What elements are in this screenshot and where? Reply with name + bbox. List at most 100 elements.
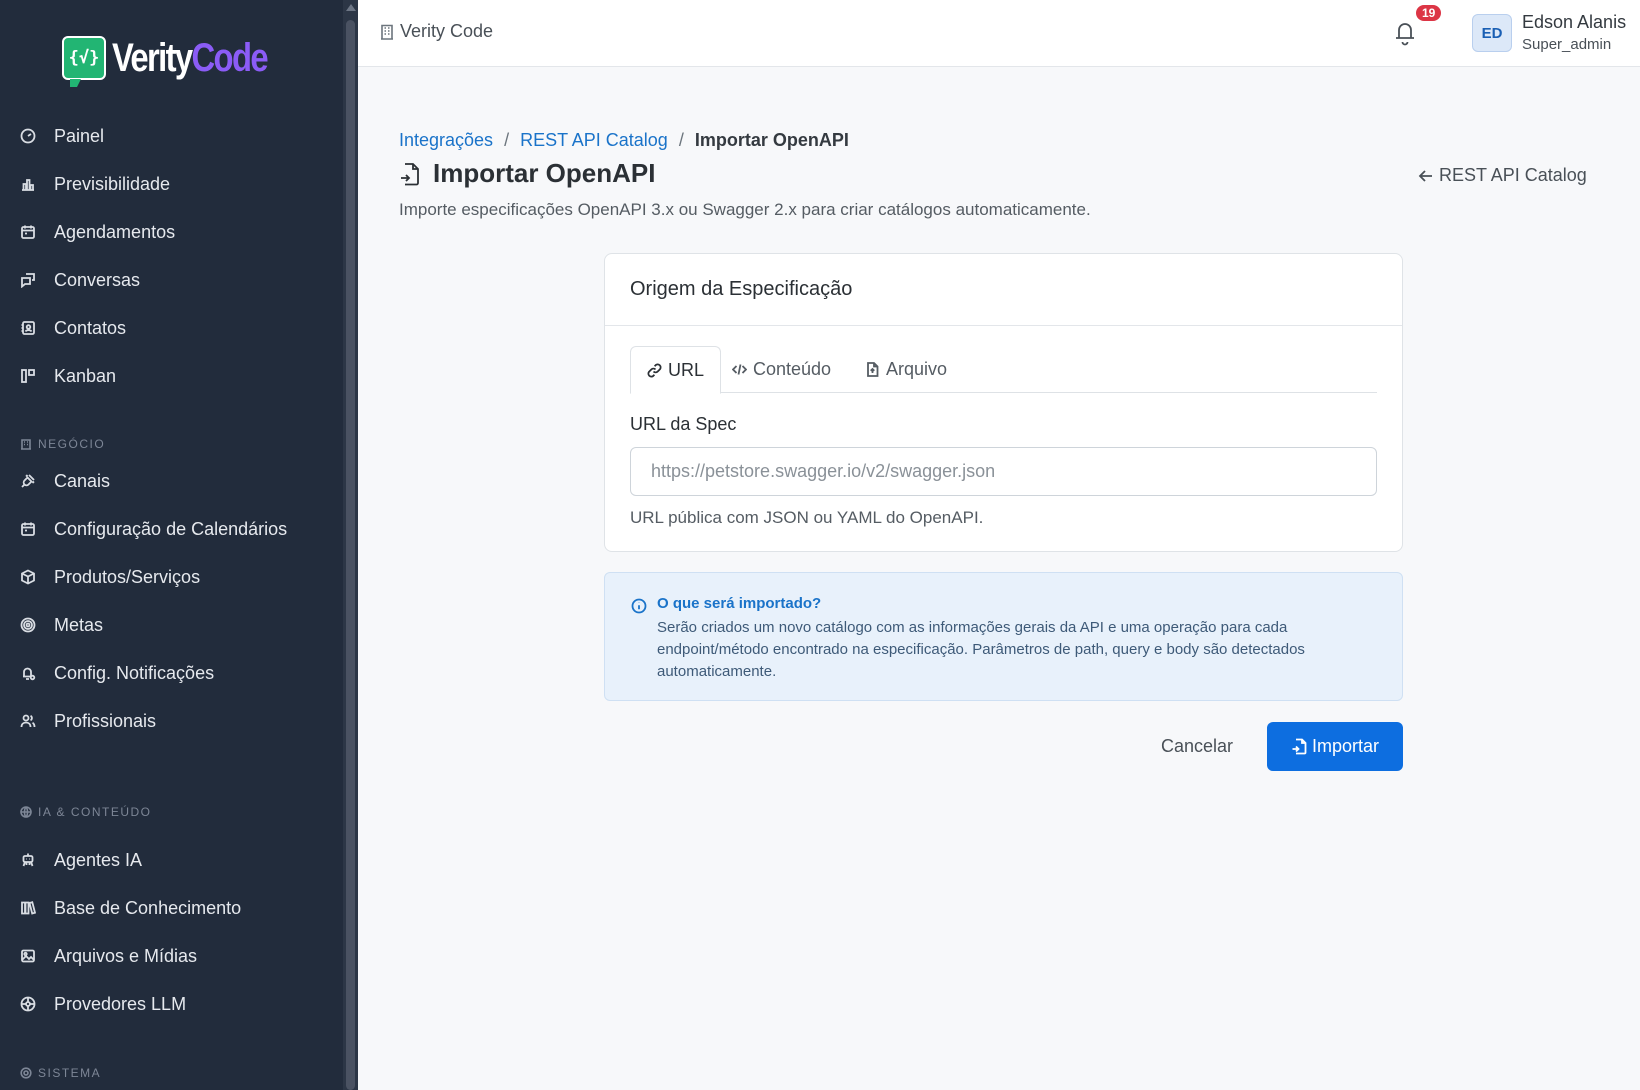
page-title-text: Importar OpenAPI <box>433 158 656 188</box>
breadcrumb-separator: / <box>678 130 684 150</box>
breadcrumb: Integrações / REST API Catalog / Importa… <box>399 130 849 151</box>
calendar-icon <box>20 224 36 240</box>
back-link-label: REST API Catalog <box>1439 165 1587 185</box>
import-info-alert: O que será importado? Serão criados um n… <box>604 572 1403 701</box>
spec-url-input[interactable] <box>630 447 1377 496</box>
sidebar-item-conversas[interactable]: Conversas <box>0 260 343 300</box>
link-icon <box>647 363 662 377</box>
sidebar-item-label: Produtos/Serviços <box>54 566 201 587</box>
info-body: Serão criados um novo catálogo com as in… <box>657 619 1305 680</box>
back-to-catalog-link[interactable]: REST API Catalog <box>1418 165 1587 186</box>
building-icon <box>381 24 393 40</box>
logo-mark: {√} <box>62 36 106 87</box>
breadcrumb-link-rest-api-catalog[interactable]: REST API Catalog <box>520 130 668 151</box>
spec-url-label: URL da Spec <box>630 414 737 434</box>
tab-conteudo[interactable]: Conteúdo <box>732 346 831 393</box>
org-switcher[interactable]: Verity Code <box>380 21 493 42</box>
user-name[interactable]: Edson Alanis <box>1522 12 1626 33</box>
sidebar-item-label: Metas <box>54 614 104 635</box>
bell-gear-icon <box>20 665 36 681</box>
sidebar-item-canais[interactable]: Canais <box>0 461 343 501</box>
sidebar-item-label: Configuração de Calendários <box>54 518 288 539</box>
breadcrumb-separator: / <box>504 130 510 150</box>
sidebar-item-contatos[interactable]: Contatos <box>0 308 343 348</box>
info-title: O que será importado? <box>657 595 822 612</box>
sidebar-item-profissionais[interactable]: Profissionais <box>0 701 343 741</box>
sidebar-item-label: Profissionais <box>54 710 157 731</box>
logo-wordmark: VerityCode <box>112 35 269 81</box>
sidebar: {√} VerityCode Painel Previsibilidade Ag… <box>0 0 358 1090</box>
sidebar-item-label: Previsibilidade <box>54 173 171 194</box>
sidebar-item-previsibilidade[interactable]: Previsibilidade <box>0 164 343 204</box>
sidebar-item-config-notificacoes[interactable]: Config. Notificações <box>0 653 343 693</box>
network-icon <box>20 996 36 1012</box>
sidebar-item-metas[interactable]: Metas <box>0 605 343 645</box>
kanban-icon <box>20 368 36 384</box>
scrollbar-thumb[interactable] <box>346 20 355 1090</box>
sidebar-item-label: Conversas <box>54 269 141 290</box>
import-button[interactable]: Importar <box>1267 722 1403 771</box>
user-role: Super_admin <box>1522 36 1612 53</box>
sidebar-item-label: Agendamentos <box>54 221 176 242</box>
logo-word-code: Code <box>191 35 269 80</box>
users-icon <box>20 713 36 729</box>
notification-count-badge: 19 <box>1416 5 1442 21</box>
arrow-left-icon <box>1418 169 1432 182</box>
page-subtitle: Importe especificações OpenAPI 3.x ou Sw… <box>399 200 1091 219</box>
sidebar-item-label: Provedores LLM <box>54 993 187 1014</box>
logo[interactable]: {√} VerityCode <box>62 34 301 87</box>
plug-icon <box>20 473 36 489</box>
section-label-sistema: SISTEMA <box>20 1066 101 1080</box>
card-header: Origem da Especificação <box>605 254 1402 326</box>
sidebar-item-base-conhecimento[interactable]: Base de Conhecimento <box>0 888 343 928</box>
robot-icon <box>20 852 36 868</box>
sidebar-scrollbar[interactable] <box>343 0 358 1090</box>
section-label-ia-conteudo: IA & CONTEÚDO <box>20 805 152 819</box>
image-icon <box>20 948 36 964</box>
spec-source-card: Origem da Especificação URL Conteúdo Arq… <box>604 253 1403 552</box>
sidebar-item-label: Kanban <box>54 365 117 386</box>
file-import-icon <box>401 162 419 185</box>
books-icon <box>20 900 36 916</box>
sidebar-item-label: Canais <box>54 470 111 491</box>
tab-url[interactable]: URL <box>630 346 722 394</box>
sidebar-item-painel[interactable]: Painel <box>0 116 343 156</box>
building-icon <box>21 439 31 450</box>
sidebar-item-label: Base de Conhecimento <box>54 897 242 918</box>
avatar[interactable]: ED <box>1472 14 1512 52</box>
sidebar-item-kanban[interactable]: Kanban <box>0 356 343 396</box>
sidebar-item-arquivos-midias[interactable]: Arquivos e Mídias <box>0 936 343 976</box>
sidebar-item-label: Config. Notificações <box>54 662 215 683</box>
file-import-icon <box>1292 738 1307 755</box>
breadcrumb-link-integracoes[interactable]: Integrações <box>399 130 493 151</box>
sidebar-item-produtos-servicos[interactable]: Produtos/Serviços <box>0 557 343 597</box>
sidebar-scroll-area: {√} VerityCode Painel Previsibilidade Ag… <box>0 0 343 1090</box>
sidebar-item-config-calendarios[interactable]: Configuração de Calendários <box>0 509 343 549</box>
tab-arquivo[interactable]: Arquivo <box>865 346 947 393</box>
bar-chart-icon <box>20 176 36 192</box>
top-bar: Verity Code 19 ED Edson Alanis Super_adm… <box>358 0 1640 67</box>
sidebar-item-provedores-llm[interactable]: Provedores LLM <box>0 984 343 1024</box>
scroll-up-arrow[interactable] <box>346 4 356 11</box>
calendar-icon <box>20 521 36 537</box>
sidebar-item-label: Arquivos e Mídias <box>54 945 198 966</box>
gear-icon <box>20 1067 32 1079</box>
import-button-label: Importar <box>1311 736 1380 756</box>
logo-word-verity: Verity <box>112 35 193 80</box>
breadcrumb-current: Importar OpenAPI <box>694 130 849 150</box>
notifications-button[interactable] <box>1392 18 1422 48</box>
org-name: Verity Code <box>400 21 494 41</box>
page-title: Importar OpenAPI <box>399 158 655 189</box>
sidebar-item-label: Contatos <box>54 317 127 338</box>
gauge-icon <box>20 128 36 144</box>
chat-icon <box>20 272 36 288</box>
target-icon <box>20 617 36 633</box>
sidebar-item-agentes-ia[interactable]: Agentes IA <box>0 840 343 880</box>
sidebar-item-agendamentos[interactable]: Agendamentos <box>0 212 343 252</box>
section-label-negocio: NEGÓCIO <box>20 437 105 451</box>
sidebar-item-label: Agentes IA <box>54 849 143 870</box>
bell-icon <box>1396 23 1414 46</box>
info-icon <box>631 598 647 614</box>
box-icon <box>20 569 36 585</box>
cancel-button[interactable]: Cancelar <box>1147 722 1247 771</box>
